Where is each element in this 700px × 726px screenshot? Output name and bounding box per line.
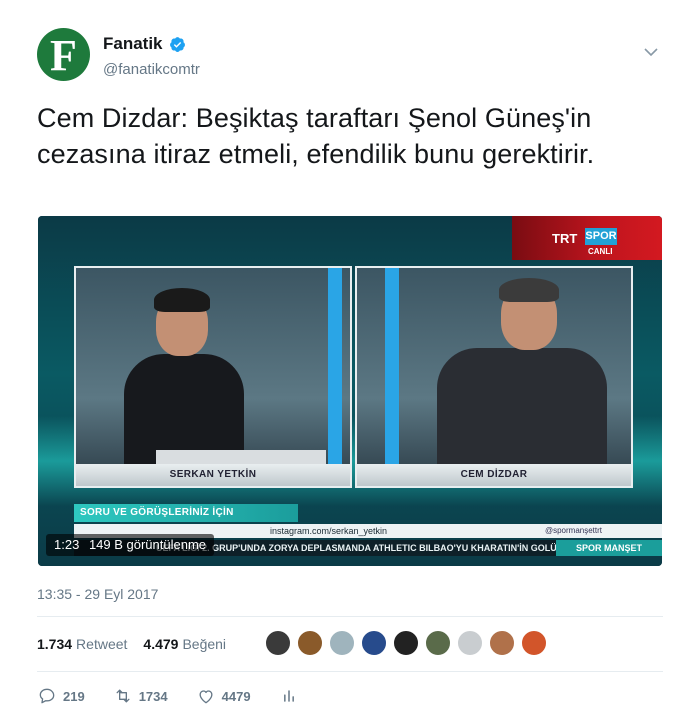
tweet-text: Cem Dizdar: Beşiktaş taraftarı Şenol Gün… <box>37 103 595 169</box>
liker-avatars <box>264 629 552 657</box>
analytics-icon <box>283 690 294 702</box>
chevron-down-icon[interactable] <box>643 46 659 58</box>
divider <box>37 671 663 672</box>
likes-stat[interactable]: 4.479 Beğeni <box>143 636 226 652</box>
liker-avatar[interactable] <box>360 629 388 657</box>
ticker-tag: SPOR MANŞET <box>556 540 662 556</box>
ticker-text: UEFA LİGİ 2. GRUP'UNDA ZORYA DEPLASMANDA… <box>156 543 557 553</box>
studio-desk <box>156 450 326 464</box>
channel-logo: TRT SPOR CANLI <box>512 216 662 260</box>
liker-avatar[interactable] <box>488 629 516 657</box>
guest-nameplate: CEM DİZDAR <box>357 464 631 486</box>
channel-spor-label: SPOR <box>585 228 617 245</box>
channel-live-label: CANLI <box>588 247 613 256</box>
like-button[interactable]: 4479 <box>196 686 251 706</box>
instagram-text: instagram.com/serkan_yetkin <box>270 526 388 536</box>
tweet-actions: 219 1734 4479 <box>37 686 327 706</box>
tweet-video[interactable]: TRT SPOR CANLI SERKAN YETKİN CEM DİZDAR … <box>38 216 662 566</box>
channel-trt-label: TRT <box>552 231 578 246</box>
retweet-button[interactable]: 1734 <box>113 686 168 706</box>
account-handle[interactable]: @fanatikcomtr <box>103 61 200 78</box>
tweet-timestamp[interactable]: 13:35 - 29 Eyl 2017 <box>37 586 158 602</box>
like-count: 4479 <box>221 688 251 704</box>
avatar-logo-letter: F <box>50 30 77 80</box>
video-duration: 1:23 <box>54 537 80 552</box>
analytics-button[interactable] <box>279 686 299 706</box>
name-row: Fanatik <box>103 34 186 54</box>
questions-banner: SORU VE GÖRÜŞLERİNİZ İÇİN <box>74 504 298 522</box>
tweet-header: F Fanatik @fanatikcomtr <box>37 28 665 84</box>
reply-button[interactable]: 219 <box>37 686 85 706</box>
studio-light-stripe <box>328 268 342 486</box>
video-info-overlay: 1:23 149 B görüntülenme <box>46 534 215 556</box>
retweet-icon <box>116 689 130 703</box>
display-name[interactable]: Fanatik <box>103 34 163 54</box>
liker-avatar[interactable] <box>392 629 420 657</box>
divider <box>37 616 663 617</box>
tweet-stats: 1.734 Retweet 4.479 Beğeni <box>37 636 226 652</box>
avatar[interactable]: F <box>37 28 90 81</box>
reply-count: 219 <box>63 688 85 704</box>
spor-handle-text: @spormanşettrt <box>544 526 602 535</box>
liker-avatar[interactable] <box>264 629 292 657</box>
liker-avatar[interactable] <box>328 629 356 657</box>
retweet-count: 1734 <box>138 688 168 704</box>
video-left-panel: SERKAN YETKİN <box>74 266 352 488</box>
liker-avatar[interactable] <box>520 629 548 657</box>
video-right-panel: CEM DİZDAR <box>355 266 633 488</box>
host-figure <box>114 272 264 464</box>
likes-label: Beğeni <box>182 636 227 652</box>
verified-badge-icon <box>169 36 185 52</box>
video-views: 149 B görüntülenme <box>88 537 207 552</box>
retweets-stat[interactable]: 1.734 Retweet <box>37 636 127 652</box>
studio-light-stripe <box>385 268 399 486</box>
liker-avatar[interactable] <box>456 629 484 657</box>
host-nameplate: SERKAN YETKİN <box>76 464 350 486</box>
likes-count: 4.479 <box>143 636 179 652</box>
heart-icon <box>199 690 213 704</box>
liker-avatar[interactable] <box>424 629 452 657</box>
retweets-label: Retweet <box>76 636 128 652</box>
guest-figure <box>437 268 607 468</box>
reply-icon <box>39 688 55 704</box>
liker-avatar[interactable] <box>296 629 324 657</box>
retweets-count: 1.734 <box>37 636 73 652</box>
